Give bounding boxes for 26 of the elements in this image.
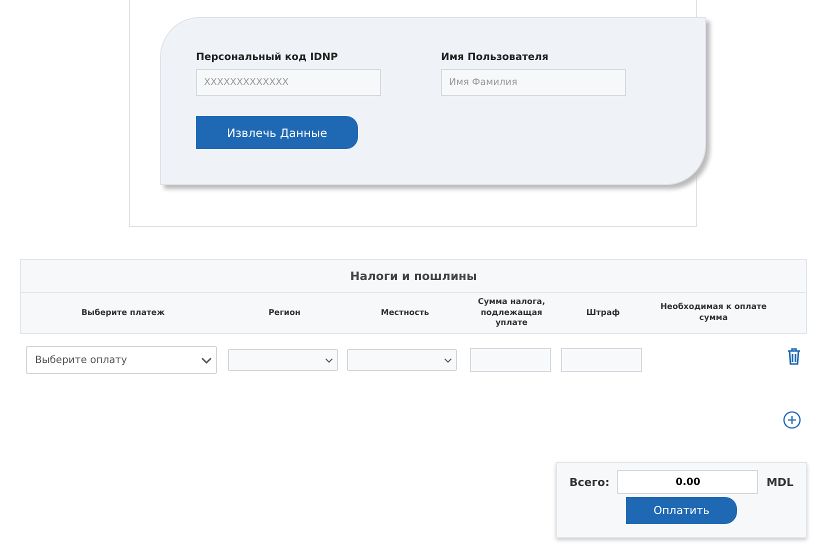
input-field[interactable]: XXXXXXXXXXXXX	[196, 69, 381, 96]
field-label: Персональный код IDNP	[196, 52, 339, 63]
chevron-icon	[444, 358, 452, 362]
column-header: Необходимая к оплате сумма	[659, 302, 768, 324]
trash-icon[interactable]	[787, 348, 801, 364]
field-label: Имя Пользователя	[441, 52, 550, 63]
table-title: Налоги и пошлины	[21, 260, 806, 293]
total-label: Всего:	[569, 476, 610, 488]
total-field[interactable]: 0.00	[617, 470, 758, 494]
fine-field[interactable]	[561, 348, 642, 372]
pay-button[interactable]: Оплатить	[626, 497, 737, 524]
region-select[interactable]	[228, 349, 338, 371]
input-field[interactable]: Имя Фамилия	[441, 69, 626, 96]
chevron-icon	[201, 356, 212, 364]
column-header: Местность	[380, 308, 430, 318]
chevron-icon	[325, 358, 333, 362]
currency-label: MDL	[766, 476, 794, 488]
extract-button[interactable]: Извлечь Данные	[196, 116, 358, 149]
column-header: Выберите платеж	[80, 308, 166, 318]
column-header: Штраф	[585, 308, 621, 318]
add-icon[interactable]	[783, 411, 801, 429]
column-header: Сумма налога, подлежащая уплате	[476, 296, 546, 330]
column-header: Регион	[267, 308, 302, 318]
tax-amount-field[interactable]	[470, 348, 551, 372]
locality-select[interactable]	[347, 349, 457, 371]
payment-select[interactable]: Выберите оплату	[26, 346, 217, 374]
